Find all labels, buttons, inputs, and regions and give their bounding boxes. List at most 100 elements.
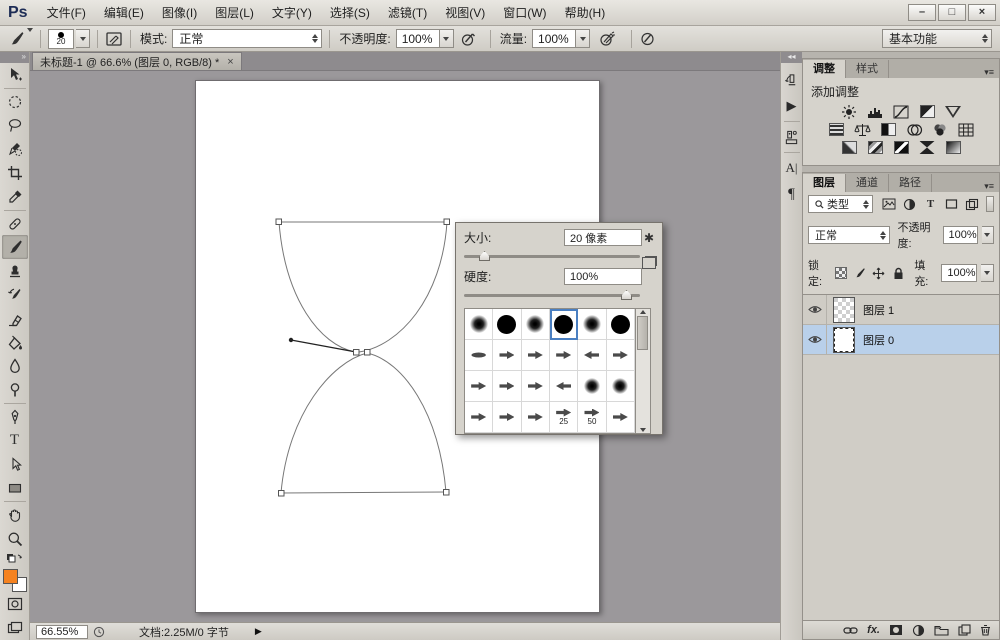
brush-preset[interactable] xyxy=(465,402,493,433)
tab-paths[interactable]: 路径 xyxy=(889,174,932,192)
link-layers-icon[interactable] xyxy=(843,626,858,635)
menu-type[interactable]: 文字(Y) xyxy=(263,0,321,26)
clone-stamp-tool[interactable] xyxy=(2,259,28,283)
new-group-icon[interactable] xyxy=(934,625,949,636)
menu-select[interactable]: 选择(S) xyxy=(321,0,379,26)
scrollbar-thumb[interactable] xyxy=(637,316,648,350)
menu-layer[interactable]: 图层(L) xyxy=(206,0,263,26)
workspace-switcher[interactable]: 基本功能 xyxy=(882,29,992,48)
flow-dropdown-arrow[interactable] xyxy=(576,29,590,48)
brush-preset[interactable] xyxy=(550,371,578,402)
status-menu-arrow-icon[interactable]: ▶ xyxy=(255,626,262,637)
hue-saturation-icon[interactable] xyxy=(828,122,845,137)
popup-gear-icon[interactable]: ✱ xyxy=(644,231,654,245)
brush-preset[interactable] xyxy=(607,340,635,371)
brush-preset[interactable] xyxy=(465,371,493,402)
shape-tool[interactable] xyxy=(2,476,28,500)
tab-layers[interactable]: 图层 xyxy=(803,174,846,192)
airbrush-icon[interactable] xyxy=(598,31,616,47)
layer-thumbnail[interactable] xyxy=(833,297,855,323)
new-layer-icon[interactable] xyxy=(958,624,971,636)
minimize-button[interactable]: – xyxy=(908,4,936,21)
foreground-background-colors[interactable] xyxy=(3,569,27,593)
posterize-icon[interactable] xyxy=(867,140,884,155)
history-brush-tool[interactable] xyxy=(2,283,28,307)
fill-input[interactable]: 100% xyxy=(941,264,977,282)
layer-row-1[interactable]: 图层 1 xyxy=(803,295,999,325)
blur-tool[interactable] xyxy=(2,354,28,378)
lasso-tool[interactable] xyxy=(2,113,28,137)
create-preset-icon[interactable] xyxy=(642,257,656,269)
brush-tool-icon[interactable] xyxy=(8,30,25,47)
scroll-down-icon[interactable] xyxy=(640,428,646,432)
fill-arrow[interactable] xyxy=(981,264,994,282)
selective-color-icon[interactable] xyxy=(919,140,936,155)
threshold-icon[interactable] xyxy=(893,140,910,155)
hardness-slider-thumb[interactable] xyxy=(621,290,632,300)
size-slider-thumb[interactable] xyxy=(479,251,490,261)
filter-shape-layers-icon[interactable] xyxy=(943,196,960,212)
path-selection-tool[interactable] xyxy=(2,453,28,477)
layer-thumbnail[interactable] xyxy=(833,327,855,353)
gradient-map-icon[interactable] xyxy=(945,140,962,155)
dock-collapse-button[interactable]: ◂◂ xyxy=(781,52,802,63)
eyedropper-tool[interactable] xyxy=(2,185,28,209)
brush-preset-picker[interactable]: 20 xyxy=(48,29,90,49)
color-lookup-icon[interactable] xyxy=(958,122,975,137)
new-adjustment-layer-icon[interactable] xyxy=(912,624,925,637)
filter-toggle-switch[interactable] xyxy=(986,196,994,212)
brightness-contrast-icon[interactable] xyxy=(841,104,858,119)
panel-menu-icon[interactable]: ▾≡ xyxy=(984,181,999,192)
brush-preset[interactable] xyxy=(465,340,493,371)
lock-position-icon[interactable] xyxy=(871,265,887,281)
quick-mask-button[interactable] xyxy=(2,592,28,616)
menu-edit[interactable]: 编辑(E) xyxy=(95,0,153,26)
scroll-up-icon[interactable] xyxy=(640,310,646,314)
brush-preset[interactable] xyxy=(607,309,635,340)
brush-tool[interactable] xyxy=(2,235,28,259)
maximize-button[interactable]: □ xyxy=(938,4,966,21)
layer-name[interactable]: 图层 1 xyxy=(863,302,894,318)
tools-collapse-button[interactable]: » xyxy=(0,52,29,63)
menu-view[interactable]: 视图(V) xyxy=(436,0,494,26)
brush-preset[interactable] xyxy=(607,371,635,402)
move-tool[interactable] xyxy=(2,63,28,87)
brush-preset[interactable] xyxy=(465,309,493,340)
brush-preset[interactable] xyxy=(522,309,550,340)
tab-adjustments[interactable]: 调整 xyxy=(803,60,846,78)
character-panel-icon[interactable]: A| xyxy=(782,155,802,181)
brush-preset[interactable] xyxy=(578,340,606,371)
tab-styles[interactable]: 样式 xyxy=(846,60,889,78)
tab-channels[interactable]: 通道 xyxy=(846,174,889,192)
layer-row-0-selected[interactable]: 图层 0 xyxy=(803,325,999,355)
pen-tool[interactable] xyxy=(2,405,28,429)
layer-visibility-toggle[interactable] xyxy=(803,325,827,354)
paragraph-panel-icon[interactable]: ¶ xyxy=(782,181,802,207)
brush-size-input[interactable]: 20 像素 xyxy=(564,229,642,246)
lock-transparency-icon[interactable] xyxy=(835,267,847,279)
layer-blend-mode-select[interactable]: 正常 xyxy=(808,226,890,244)
curves-icon[interactable] xyxy=(893,104,910,119)
brush-preset[interactable] xyxy=(522,340,550,371)
dodge-tool[interactable] xyxy=(2,378,28,402)
brush-preset[interactable] xyxy=(522,402,550,433)
filter-pixel-layers-icon[interactable] xyxy=(881,196,898,212)
delete-layer-icon[interactable] xyxy=(980,624,991,636)
invert-icon[interactable] xyxy=(841,140,858,155)
quick-selection-tool[interactable] xyxy=(2,137,28,161)
flow-input[interactable]: 100% xyxy=(532,29,576,48)
black-white-icon[interactable] xyxy=(880,122,897,137)
layer-opacity-input[interactable]: 100% xyxy=(943,226,978,244)
document-tab[interactable]: 未标题-1 @ 66.6% (图层 0, RGB/8) * × xyxy=(32,52,242,70)
menu-image[interactable]: 图像(I) xyxy=(153,0,206,26)
channel-mixer-icon[interactable] xyxy=(932,122,949,137)
brush-preset-selected[interactable] xyxy=(550,309,578,340)
actions-panel-icon[interactable]: ▶ xyxy=(782,93,802,119)
opacity-input[interactable]: 100% xyxy=(396,29,440,48)
brush-preset[interactable] xyxy=(578,309,606,340)
levels-icon[interactable] xyxy=(867,104,884,119)
close-button[interactable]: × xyxy=(968,4,996,21)
filter-smart-objects-icon[interactable] xyxy=(964,196,981,212)
brush-preset[interactable] xyxy=(493,371,521,402)
tool-presets-panel-icon[interactable] xyxy=(782,124,802,150)
